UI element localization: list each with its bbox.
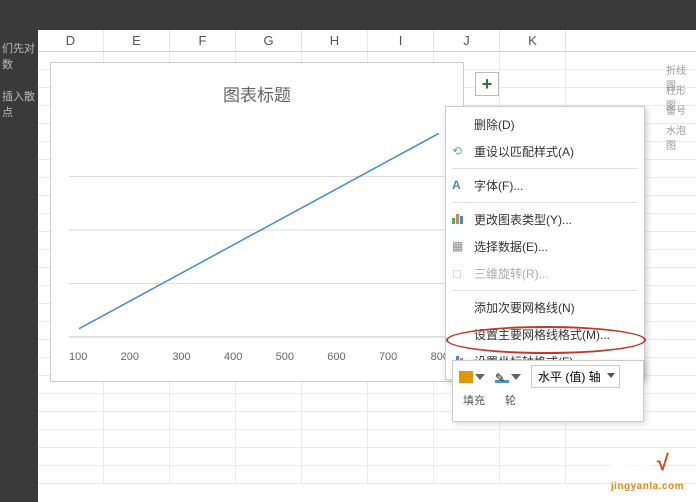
font-icon: A [452, 178, 468, 194]
watermark-brand: 经验啦 [611, 457, 653, 473]
menu-separator [452, 202, 638, 203]
menu-label: 选择数据(E)... [474, 238, 548, 255]
chart-type-other[interactable]: 备号 [666, 102, 694, 116]
menu-label: 字体(F)... [474, 177, 523, 194]
check-icon: √ [657, 450, 669, 475]
axis-selector-dropdown[interactable]: 水平 (值) 轴 [531, 365, 620, 388]
chart-type-icon [452, 212, 468, 228]
chart-type-line[interactable]: 折线图 [666, 62, 694, 76]
chart-elements-button[interactable]: + [475, 72, 499, 96]
col-header[interactable]: D [38, 30, 104, 51]
x-tick: 600 [327, 351, 345, 363]
watermark-url: jingyanla.com [611, 481, 684, 492]
menu-major-gridlines-format[interactable]: 设置主要网格线格式(M)... [446, 321, 644, 348]
dropdown-icon [511, 374, 521, 380]
menu-3d-rotation: ◻ 三维旋转(R)... [446, 260, 644, 287]
menu-label: 重设以匹配样式(A) [474, 143, 574, 160]
menu-reset-style[interactable]: ⟲ 重设以匹配样式(A) [446, 138, 644, 165]
menu-change-chart-type[interactable]: 更改图表类型(Y)... [446, 206, 644, 233]
chart-type-bar[interactable]: 柱形图 [666, 82, 694, 96]
dropdown-icon [475, 374, 485, 380]
menu-separator [452, 168, 638, 169]
pen-icon: ✎ [495, 371, 509, 383]
col-header[interactable]: I [368, 30, 434, 51]
menu-label: 三维旋转(R)... [474, 265, 549, 282]
paint-bucket-icon [459, 371, 473, 383]
left-text-2: 插入散点 [0, 88, 38, 120]
select-data-icon: ▦ [452, 239, 468, 255]
col-header[interactable]: K [500, 30, 566, 51]
chart-type-bubble[interactable]: 水泡图 [666, 122, 694, 136]
menu-add-minor-gridlines[interactable]: 添加次要网格线(N) [446, 294, 644, 321]
chart-plot-area[interactable] [69, 123, 449, 339]
menu-select-data[interactable]: ▦ 选择数据(E)... [446, 233, 644, 260]
menu-delete[interactable]: 删除(D) [446, 111, 644, 138]
watermark: 经验啦 √ jingyanla.com [611, 450, 684, 492]
x-tick: 500 [276, 351, 294, 363]
outline-color-button[interactable]: ✎ [495, 371, 521, 383]
menu-label: 设置主要网格线格式(M)... [474, 326, 610, 343]
outline-label: 轮 [505, 392, 516, 408]
fill-label: 填充 [463, 392, 485, 408]
col-header[interactable]: G [236, 30, 302, 51]
rotate-3d-icon: ◻ [452, 266, 468, 282]
menu-label: 删除(D) [474, 116, 515, 133]
menu-label: 更改图表类型(Y)... [474, 211, 572, 228]
context-menu: 删除(D) ⟲ 重设以匹配样式(A) A 字体(F)... 更改图表类型(Y).… [445, 106, 645, 380]
x-tick: 700 [379, 351, 397, 363]
x-axis-labels[interactable]: 100 200 300 400 500 600 700 800 [69, 351, 449, 363]
left-text-1: 们先对数 [0, 40, 38, 72]
col-header[interactable]: J [434, 30, 500, 51]
axis-selector-value: 水平 (值) 轴 [538, 370, 601, 384]
menu-label: 添加次要网格线(N) [474, 299, 575, 316]
x-tick: 300 [172, 351, 190, 363]
chart-title[interactable]: 图表标题 [51, 81, 463, 106]
menu-font[interactable]: A 字体(F)... [446, 172, 644, 199]
fill-color-button[interactable] [459, 371, 485, 383]
col-header[interactable]: H [302, 30, 368, 51]
chart-type-panel: 折线图 柱形图 备号 水泡图 [666, 62, 694, 142]
reset-icon: ⟲ [452, 144, 468, 160]
x-tick: 100 [69, 351, 87, 363]
x-tick: 200 [121, 351, 139, 363]
menu-separator [452, 290, 638, 291]
col-header[interactable]: F [170, 30, 236, 51]
column-headers: D E F G H I J K [38, 30, 696, 52]
chart-object[interactable]: 图表标题 100 200 300 400 500 600 700 800 [50, 62, 464, 382]
x-tick: 400 [224, 351, 242, 363]
col-header[interactable]: E [104, 30, 170, 51]
mini-toolbar: ✎ 水平 (值) 轴 填充 轮 [452, 360, 644, 422]
